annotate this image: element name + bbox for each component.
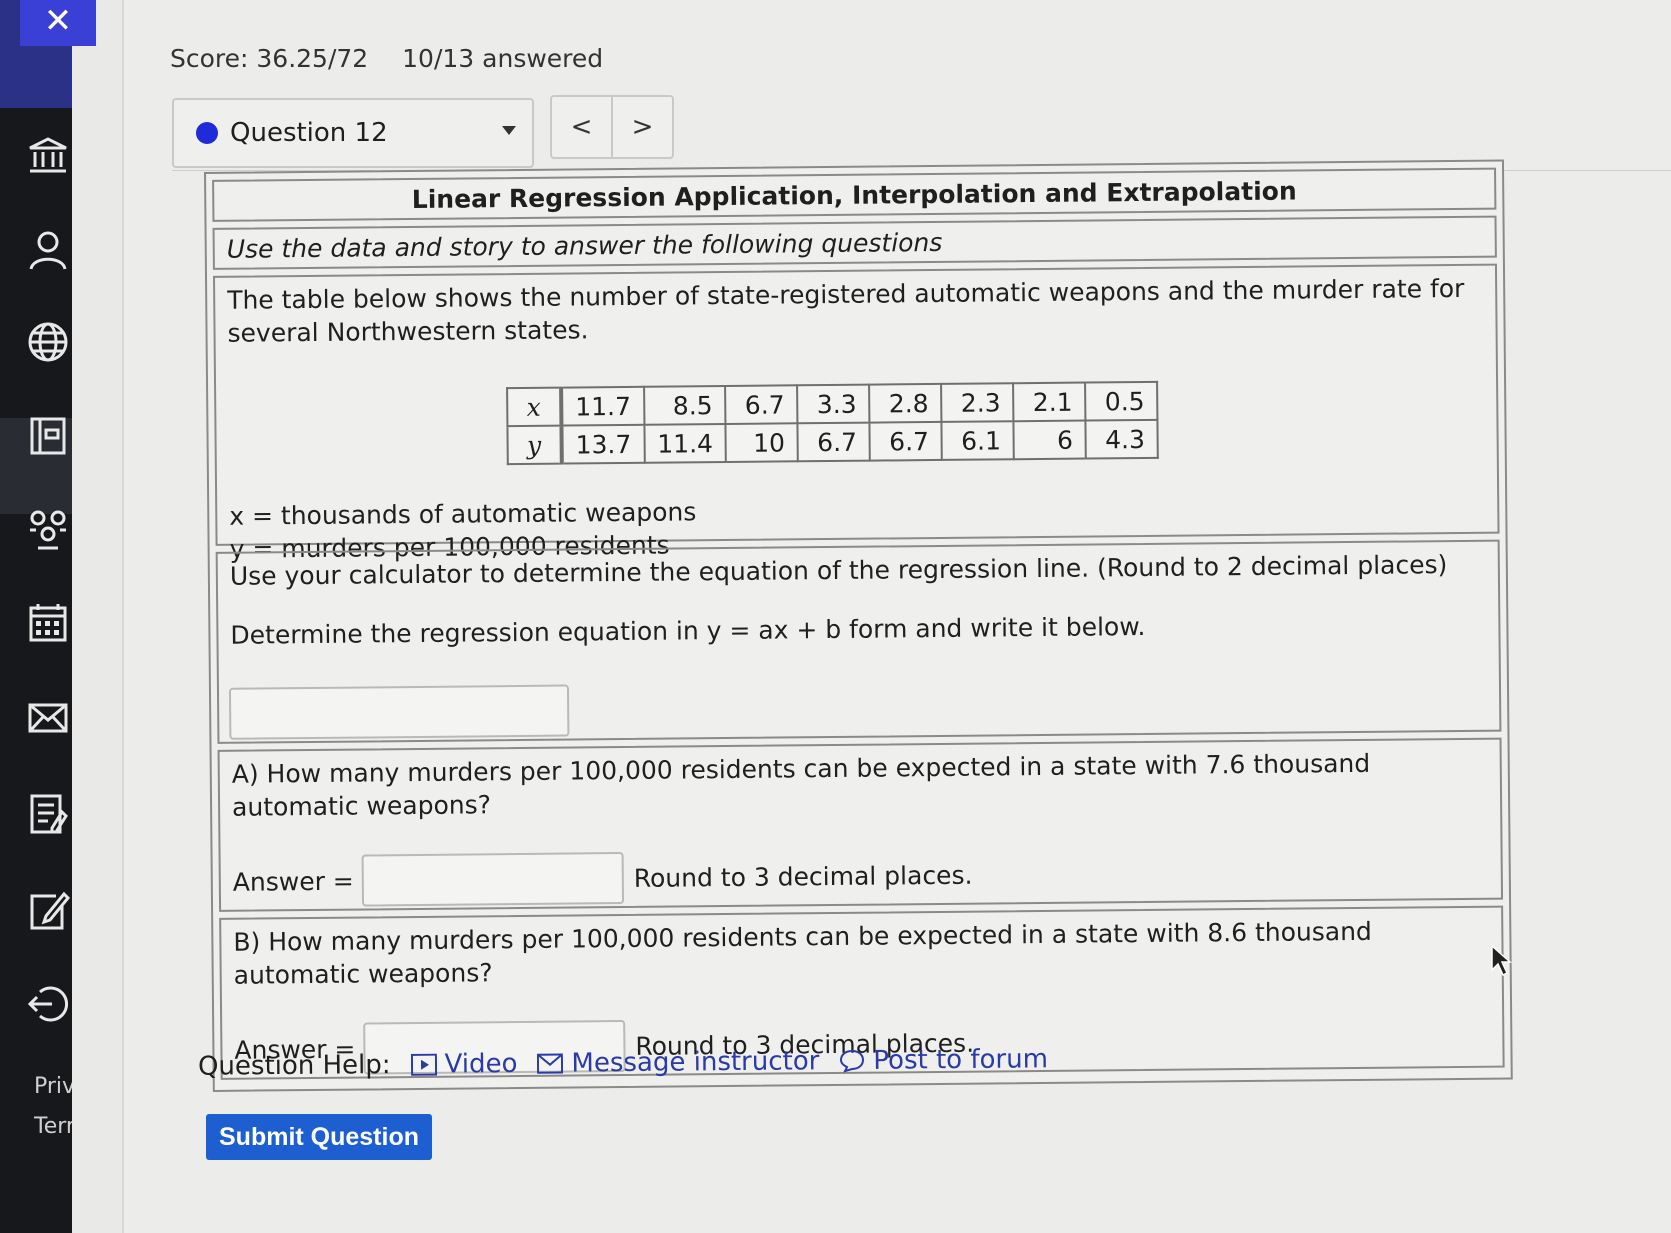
logout-icon[interactable] — [24, 980, 72, 1028]
part-a-box: A) How many murders per 100,000 resident… — [217, 737, 1504, 912]
data-table: x 11.7 8.5 6.7 3.3 2.8 2.3 2.1 0.5 y 13.… — [506, 381, 1159, 465]
x-var-label: x — [507, 387, 562, 427]
table-cell: 10 — [725, 423, 799, 463]
table-cell: 3.3 — [797, 384, 870, 424]
question-panel: Linear Regression Application, Interpola… — [204, 159, 1513, 1092]
main-content: Score: 36.25/72 10/13 answered Question … — [122, 0, 1671, 1233]
chat-bubble-icon — [840, 1049, 865, 1073]
table-cell: 2.8 — [869, 383, 942, 423]
profile-icon[interactable] — [24, 226, 72, 274]
table-cell: 6 — [1013, 420, 1087, 460]
table-row: x 11.7 8.5 6.7 3.3 2.8 2.3 2.1 0.5 — [507, 381, 1158, 427]
table-cell: 6.7 — [725, 385, 798, 425]
table-cell: 6.1 — [941, 421, 1015, 460]
question-subtitle: Use the data and story to answer the fol… — [212, 215, 1497, 270]
table-cell: 6.7 — [797, 422, 871, 462]
chevron-down-icon — [502, 126, 516, 135]
status-dot-icon — [196, 122, 218, 144]
y-var-label: y — [507, 425, 562, 465]
question-nav: < > — [550, 95, 674, 159]
post-to-forum-link[interactable]: Post to forum — [839, 1044, 1048, 1076]
round-hint: Round to 3 decimal places. — [633, 860, 973, 893]
score-value: Score: 36.25/72 — [170, 44, 369, 73]
close-button[interactable]: ✕ — [20, 0, 96, 46]
table-cell: 2.1 — [1013, 382, 1086, 422]
message-instructor-label: Message instructor — [571, 1046, 820, 1079]
regression-form-text: Determine the regression equation in y =… — [230, 611, 1146, 650]
privacy-link[interactable]: Priv — [34, 1074, 72, 1099]
calendar-icon[interactable] — [24, 598, 72, 646]
institution-icon[interactable] — [24, 132, 72, 180]
regression-equation-input[interactable] — [228, 684, 570, 740]
terms-link[interactable]: Terr — [34, 1114, 72, 1139]
table-cell: 11.7 — [561, 386, 645, 426]
score-line: Score: 36.25/72 10/13 answered — [170, 44, 629, 73]
globe-icon[interactable] — [24, 318, 72, 366]
table-cell: 8.5 — [643, 386, 726, 425]
part-a-question: A) How many murders per 100,000 resident… — [231, 748, 1371, 822]
question-select-label: Question 12 — [230, 118, 388, 148]
post-to-forum-label: Post to forum — [873, 1044, 1049, 1076]
table-cell: 13.7 — [561, 424, 645, 464]
video-icon — [410, 1053, 437, 1076]
answer-label: Answer = — [232, 866, 354, 897]
part-b-question: B) How many murders per 100,000 resident… — [233, 916, 1372, 990]
next-question-button[interactable]: > — [613, 97, 672, 157]
regression-instruction: Use your calculator to determine the equ… — [229, 550, 1448, 591]
table-cell: 0.5 — [1085, 381, 1158, 421]
question-select[interactable]: Question 12 — [172, 98, 534, 168]
groups-icon[interactable] — [24, 504, 72, 552]
prev-question-button[interactable]: < — [552, 97, 613, 157]
part-a-answer-row: Answer = Round to 3 decimal places. — [233, 849, 973, 908]
table-cell: 11.4 — [644, 424, 727, 463]
table-row: y 13.7 11.4 10 6.7 6.7 6.1 6 4.3 — [507, 419, 1159, 465]
inbox-icon[interactable] — [24, 694, 72, 742]
table-cell: 6.7 — [869, 421, 943, 461]
regression-box: Use your calculator to determine the equ… — [215, 539, 1502, 744]
question-help-label: Question Help: — [197, 1050, 391, 1082]
table-cell: 2.3 — [941, 383, 1014, 422]
message-instructor-link[interactable]: Message instructor — [537, 1046, 819, 1078]
question-title: Linear Regression Application, Interpola… — [212, 167, 1497, 222]
courses-icon[interactable] — [24, 412, 72, 460]
x-definition: x = thousands of automatic weapons — [229, 497, 697, 531]
video-link[interactable]: Video — [410, 1048, 518, 1080]
edit-icon[interactable] — [24, 886, 72, 934]
history-icon[interactable] — [24, 790, 72, 838]
table-cell: 4.3 — [1085, 419, 1159, 459]
mouse-cursor-icon — [1491, 944, 1512, 977]
story-box: The table below shows the number of stat… — [212, 263, 1500, 564]
story-text: The table below shows the number of stat… — [227, 273, 1465, 348]
answered-count: 10/13 answered — [402, 44, 604, 73]
video-link-label: Video — [444, 1048, 518, 1080]
envelope-icon — [537, 1053, 564, 1074]
part-a-answer-input[interactable] — [361, 852, 625, 907]
left-sidebar: ✕ Priv Terr — [0, 0, 96, 1233]
submit-question-button[interactable]: Submit Question — [206, 1114, 432, 1160]
